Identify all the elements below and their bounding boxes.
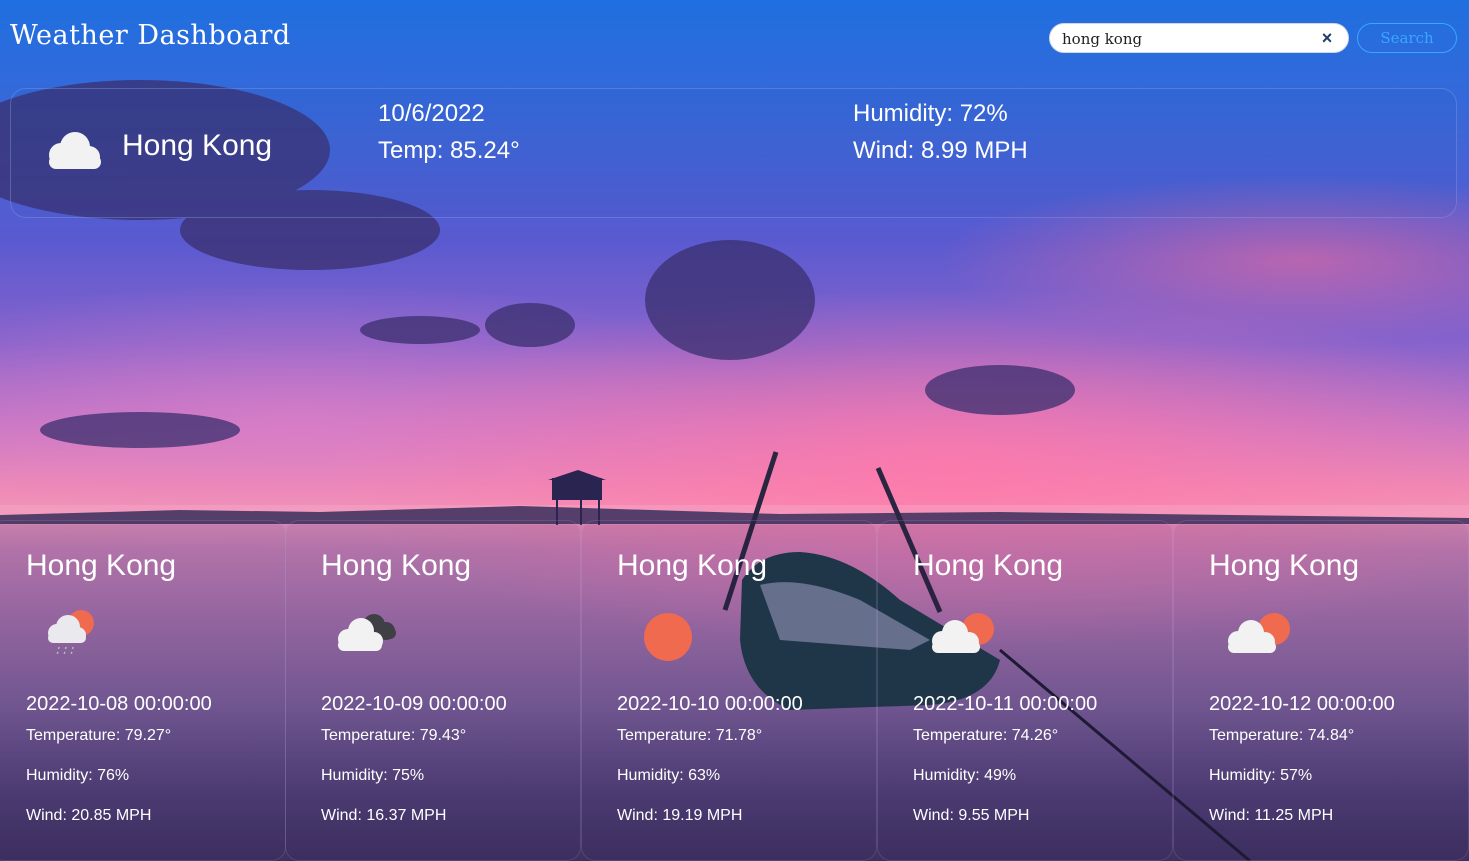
search-box[interactable]: ×: [1049, 23, 1349, 53]
forecast-temp: Temperature: 74.84°: [1209, 727, 1355, 744]
forecast-humidity: Humidity: 63%: [617, 767, 721, 784]
forecast-humidity: Humidity: 57%: [1209, 767, 1313, 784]
forecast-date: 2022-10-08 00:00:00: [26, 693, 212, 715]
forecast-date: 2022-10-12 00:00:00: [1209, 693, 1395, 715]
forecast-date: 2022-10-10 00:00:00: [617, 693, 803, 715]
current-temp: Temp: 85.24°: [378, 137, 520, 164]
current-city: Hong Kong: [122, 129, 273, 162]
forecast-city: Hong Kong: [26, 549, 177, 582]
broken-clouds-icon: [338, 614, 396, 651]
sun-cloud-rain-icon: [48, 610, 94, 656]
search-button[interactable]: Search: [1357, 23, 1457, 53]
forecast-temp: Temperature: 79.43°: [321, 727, 467, 744]
forecast-city: Hong Kong: [913, 549, 1064, 582]
forecast-date: 2022-10-09 00:00:00: [321, 693, 507, 715]
current-date: 10/6/2022: [378, 100, 485, 127]
sun-cloud-icon: [932, 613, 994, 653]
sun-icon: [644, 613, 692, 661]
sun-cloud-icon: [1228, 613, 1290, 653]
app-title: Weather Dashboard: [10, 20, 291, 51]
forecast-city: Hong Kong: [321, 549, 472, 582]
forecast-temp: Temperature: 79.27°: [26, 727, 172, 744]
forecast-humidity: Humidity: 76%: [26, 767, 130, 784]
forecast-city: Hong Kong: [1209, 549, 1360, 582]
forecast-wind: Wind: 19.19 MPH: [617, 807, 743, 824]
forecast-card: Hong Kong 2022-10-08 00:00:00 Temperatur…: [0, 520, 286, 861]
forecast-row: Hong Kong 2022-10-08 00:00:00 Temperatur…: [0, 520, 1469, 861]
forecast-humidity: Humidity: 49%: [913, 767, 1017, 784]
forecast-city: Hong Kong: [617, 549, 768, 582]
cloud-icon: [49, 132, 101, 169]
current-wind: Wind: 8.99 MPH: [853, 137, 1028, 164]
search-input[interactable]: [1062, 28, 1312, 50]
forecast-temp: Temperature: 71.78°: [617, 727, 763, 744]
forecast-wind: Wind: 20.85 MPH: [26, 807, 152, 824]
clear-icon[interactable]: ×: [1318, 29, 1336, 47]
forecast-card: Hong Kong 2022-10-11 00:00:00 Temperatur…: [877, 520, 1173, 861]
forecast-wind: Wind: 9.55 MPH: [913, 807, 1030, 824]
forecast-wind: Wind: 16.37 MPH: [321, 807, 447, 824]
forecast-date: 2022-10-11 00:00:00: [913, 693, 1098, 715]
forecast-wind: Wind: 11.25 MPH: [1209, 807, 1334, 824]
forecast-humidity: Humidity: 75%: [321, 767, 425, 784]
header: Weather Dashboard × Search: [0, 0, 1469, 80]
forecast-card: Hong Kong 2022-10-10 00:00:00 Temperatur…: [581, 520, 877, 861]
forecast-card: Hong Kong 2022-10-09 00:00:00 Temperatur…: [285, 520, 581, 861]
current-humidity: Humidity: 72%: [853, 100, 1008, 127]
current-weather-card: Hong Kong 10/6/2022 Temp: 85.24° Humidit…: [10, 88, 1457, 218]
forecast-temp: Temperature: 74.26°: [913, 727, 1059, 744]
forecast-card: Hong Kong 2022-10-12 00:00:00 Temperatur…: [1173, 520, 1469, 861]
